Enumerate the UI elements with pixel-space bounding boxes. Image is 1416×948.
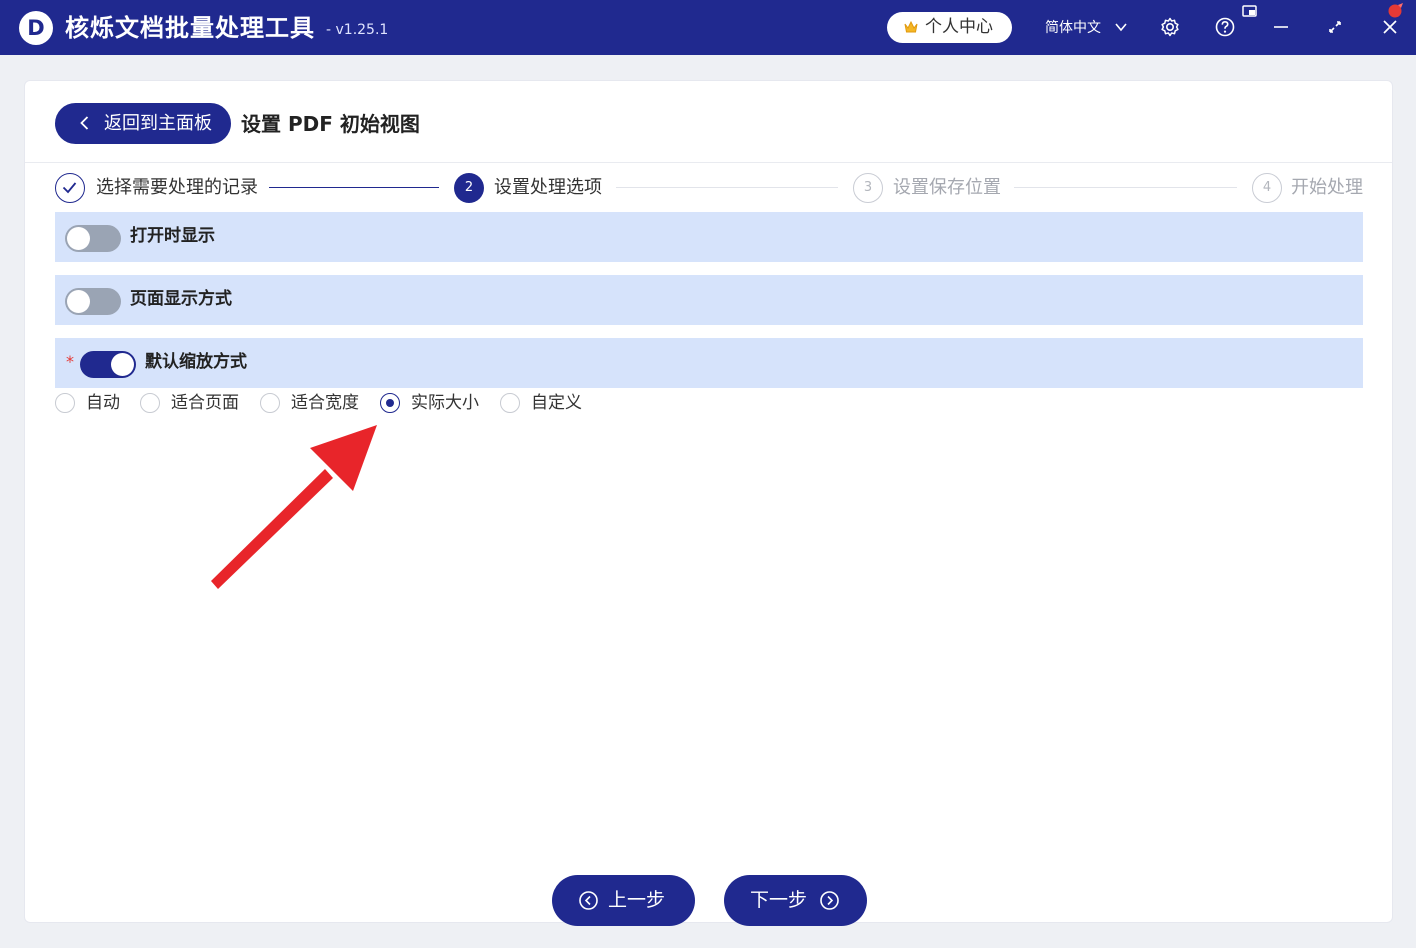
option-label: 页面显示方式 bbox=[130, 289, 232, 309]
account-center-button[interactable]: 个人中心 bbox=[887, 12, 1012, 43]
crown-icon bbox=[904, 21, 918, 33]
header-divider bbox=[25, 162, 1392, 163]
option-row-default-zoom: * 默认缩放方式 bbox=[55, 338, 1363, 388]
arrow-left-circle-icon bbox=[579, 891, 598, 910]
step-connector-3 bbox=[1014, 187, 1237, 188]
option-row-page-layout: 页面显示方式 bbox=[55, 275, 1363, 325]
toggle-knob bbox=[111, 353, 134, 376]
radio-label-auto[interactable]: 自动 bbox=[86, 392, 120, 414]
option-row-show-on-open: 打开时显示 bbox=[55, 212, 1363, 262]
account-center-label: 个人中心 bbox=[925, 17, 993, 37]
radio-auto[interactable] bbox=[55, 393, 75, 413]
show-on-open-toggle[interactable] bbox=[65, 225, 121, 252]
chevron-left-icon bbox=[80, 116, 89, 130]
chevron-down-icon[interactable] bbox=[1114, 20, 1128, 34]
step-3-number: 3 bbox=[853, 173, 883, 203]
app-logo: D bbox=[19, 11, 53, 45]
radio-fit-width[interactable] bbox=[260, 393, 280, 413]
step-connector-2 bbox=[616, 187, 838, 188]
radio-label-fit-page[interactable]: 适合页面 bbox=[171, 392, 239, 414]
language-select[interactable]: 简体中文 bbox=[1045, 17, 1101, 39]
previous-step-label: 上一步 bbox=[608, 889, 666, 911]
radio-selected-dot bbox=[386, 399, 394, 407]
page-title: 设置 PDF 初始视图 bbox=[241, 112, 420, 136]
step-2-number: 2 bbox=[454, 173, 484, 203]
settings-icon[interactable] bbox=[1159, 16, 1181, 38]
arrow-right-circle-icon bbox=[820, 891, 839, 910]
annotation-arrow-icon bbox=[211, 425, 377, 589]
option-label: 打开时显示 bbox=[130, 226, 215, 246]
step-1-check-icon bbox=[55, 173, 85, 203]
toggle-knob bbox=[67, 227, 90, 250]
app-title: 核烁文档批量处理工具 bbox=[65, 14, 315, 42]
app-version: - v1.25.1 bbox=[326, 22, 389, 38]
default-zoom-toggle[interactable] bbox=[80, 351, 136, 378]
step-3-label: 设置保存位置 bbox=[893, 177, 1001, 198]
radio-label-actual-size[interactable]: 实际大小 bbox=[411, 392, 479, 414]
page-layout-toggle[interactable] bbox=[65, 288, 121, 315]
help-icon[interactable] bbox=[1214, 16, 1236, 38]
radio-label-custom[interactable]: 自定义 bbox=[531, 392, 582, 414]
step-connector-1 bbox=[269, 187, 439, 188]
next-step-button[interactable]: 下一步 bbox=[724, 875, 867, 926]
gift-badge-icon[interactable] bbox=[1386, 2, 1406, 20]
option-label: 默认缩放方式 bbox=[145, 352, 247, 372]
radio-actual-size[interactable] bbox=[380, 393, 400, 413]
step-2-label: 设置处理选项 bbox=[494, 177, 602, 198]
radio-custom[interactable] bbox=[500, 393, 520, 413]
main-panel: 返回到主面板 设置 PDF 初始视图 选择需要处理的记录 2 设置处理选项 3 … bbox=[24, 80, 1393, 926]
required-marker: * bbox=[66, 352, 74, 371]
step-4-label: 开始处理 bbox=[1291, 177, 1363, 198]
radio-fit-page[interactable] bbox=[140, 393, 160, 413]
radio-label-fit-width[interactable]: 适合宽度 bbox=[291, 392, 359, 414]
step-1-label: 选择需要处理的记录 bbox=[96, 177, 258, 198]
mini-window-icon[interactable] bbox=[1241, 4, 1259, 20]
next-step-label: 下一步 bbox=[750, 889, 808, 911]
maximize-icon[interactable] bbox=[1324, 16, 1346, 38]
step-4-number: 4 bbox=[1252, 173, 1282, 203]
app-logo-letter: D bbox=[27, 16, 45, 40]
back-to-home-button[interactable]: 返回到主面板 bbox=[55, 103, 231, 144]
toggle-knob bbox=[67, 290, 90, 313]
minimize-icon[interactable] bbox=[1270, 16, 1292, 38]
title-bar: D 核烁文档批量处理工具 - v1.25.1 个人中心 简体中文 bbox=[0, 0, 1416, 55]
back-to-home-label: 返回到主面板 bbox=[104, 113, 212, 134]
previous-step-button[interactable]: 上一步 bbox=[552, 875, 695, 926]
